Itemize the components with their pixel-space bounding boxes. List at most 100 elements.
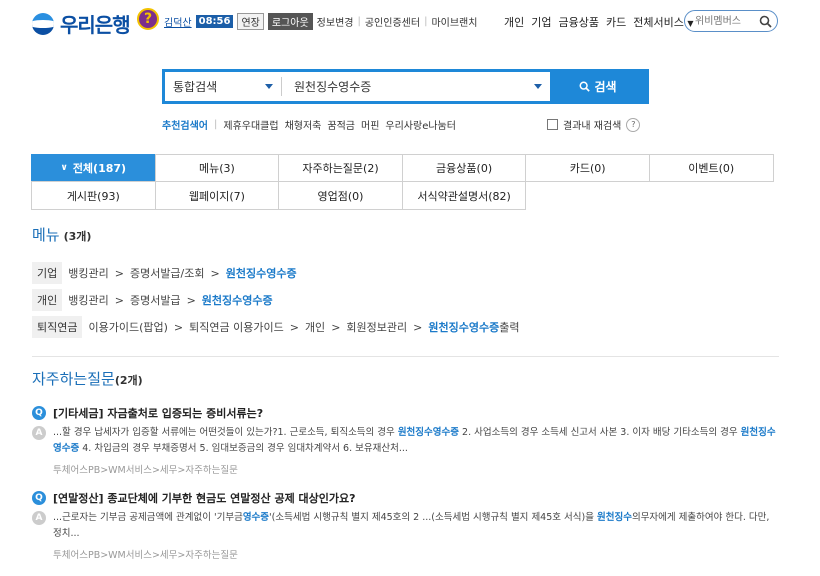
search-icon	[579, 81, 591, 92]
faq-answer-text: ...근로자는 기부금 공제금액에 관계없이 '기부금영수증'(소득세법 시행규…	[53, 510, 780, 542]
search-within-checkbox[interactable]	[547, 119, 558, 130]
top-search-input[interactable]	[693, 14, 759, 28]
tab-label: 전체(187)	[72, 162, 127, 175]
recommend-keyword[interactable]: 채형저축	[285, 117, 322, 132]
global-nav: 개인 기업 금융상품 카드 전체서비스 ▼	[504, 14, 694, 30]
separator: >	[331, 320, 341, 334]
tab-forms[interactable]: 서식약관설명서(82)	[401, 181, 527, 210]
menu-path-segment[interactable]: 퇴직연금 이용가이드	[189, 319, 284, 335]
separator: |	[357, 16, 361, 27]
my-branch-link[interactable]: 마이브랜치	[431, 14, 477, 29]
menu-path-row: 퇴직연금 이용가이드(팝업) > 퇴직연금 이용가이드 > 개인 > 회원정보관리 > …	[32, 316, 519, 338]
separator: |	[214, 119, 218, 130]
tab-webpage[interactable]: 웹페이지(7)	[154, 181, 280, 210]
gnb-all-services-label: 전체서비스	[633, 16, 684, 29]
faq-path[interactable]: 투체어스PB>WM서비스>세무>자주하는질문	[53, 462, 238, 476]
tab-products[interactable]: 금융상품(0)	[401, 154, 527, 182]
search-button-label: 검색	[594, 80, 617, 94]
answer-segment: ...할 경우 납세자가 입증할 서류에는 어떤것들이 있는가?1. 근로소득,…	[53, 427, 398, 438]
tab-card[interactable]: 카드(0)	[525, 154, 650, 182]
separator: >	[114, 266, 124, 280]
help-icon[interactable]: ?	[626, 117, 641, 132]
top-search-box	[684, 10, 778, 32]
menu-path-segment[interactable]: 회원정보관리	[346, 319, 407, 335]
faq-question-text: [기타세금] 자금출처로 입증되는 증비서류는?	[53, 407, 264, 420]
menu-path-tag: 퇴직연금	[32, 316, 83, 338]
tab-board[interactable]: 게시판(93)	[31, 181, 156, 210]
main-search-bar: 통합검색 원천징수영수증 검색	[162, 69, 649, 104]
separator: >	[186, 293, 196, 307]
answer-highlight: 원천징수	[596, 512, 632, 523]
recommend-keyword[interactable]: 제휴우대클럽	[223, 117, 278, 132]
recommended-keywords: 추천검색어 | 제휴우대클럽 채형저축 꿈적금 머핀 우리사랑e나눔터	[162, 117, 456, 132]
faq-answer-text: ...할 경우 납세자가 입증할 서류에는 어떤것들이 있는가?1. 근로소득,…	[53, 425, 780, 457]
bank-logo-icon	[32, 12, 54, 35]
menu-path-segment[interactable]: 증명서발급/조회	[130, 265, 205, 281]
tab-faq[interactable]: 자주하는질문(2)	[278, 154, 403, 182]
search-within-results: 결과내 재검색 ?	[547, 117, 641, 132]
search-button[interactable]: 검색	[550, 72, 646, 101]
menu-path-segment[interactable]: 뱅킹관리	[68, 292, 108, 308]
tab-menu[interactable]: 메뉴(3)	[154, 154, 280, 182]
help-icon[interactable]: ?	[137, 8, 159, 30]
section-title-text: 메뉴	[32, 226, 60, 244]
question-icon: Q	[32, 491, 46, 505]
gnb-corporate[interactable]: 기업	[531, 14, 551, 30]
answer-segment: 4. 차입금의 경우 부채증명서 5. 임대보증금의 경우 임대차계약서 6. …	[79, 443, 408, 454]
separator: >	[289, 320, 299, 334]
faq-question[interactable]: Q [기타세금] 자금출처로 입증되는 증비서류는?	[32, 405, 263, 421]
menu-path-segment[interactable]: 뱅킹관리	[68, 265, 108, 281]
menu-path-tag: 개인	[32, 289, 63, 311]
bank-logo[interactable]: 우리은행	[32, 9, 131, 38]
faq-question[interactable]: Q [연말정산] 종교단체에 기부한 현금도 연말정산 공제 대상인가요?	[32, 490, 356, 506]
recommend-keyword[interactable]: 우리사랑e나눔터	[385, 117, 456, 132]
menu-path-segment[interactable]: 이용가이드(팝업)	[88, 319, 167, 335]
gnb-personal[interactable]: 개인	[504, 14, 524, 30]
menu-path-target-link[interactable]: 원천징수영수증	[226, 265, 297, 281]
user-bar: 김덕산 08:56 연장 로그아웃 정보변경 | 공인인증센터 | 마이브랜치	[164, 13, 477, 30]
recommend-keyword[interactable]: 꿈적금	[327, 117, 355, 132]
question-icon: Q	[32, 406, 46, 420]
bank-logo-text: 우리은행	[60, 13, 131, 37]
menu-path-segment[interactable]: 증명서발급	[130, 292, 181, 308]
search-query-value: 원천징수영수증	[294, 80, 372, 94]
tab-all[interactable]: ∨ 전체(187)	[31, 154, 156, 182]
search-category-select[interactable]: 통합검색	[165, 77, 282, 96]
tab-event[interactable]: 이벤트(0)	[648, 154, 774, 182]
separator: |	[424, 16, 428, 27]
info-change-link[interactable]: 정보변경	[317, 14, 354, 29]
link-suffix: 출력	[499, 321, 520, 334]
session-timer: 08:56	[195, 15, 234, 28]
gnb-products[interactable]: 금융상품	[559, 14, 599, 30]
tab-row: ∨ 전체(187) 메뉴(3) 자주하는질문(2) 금융상품(0) 카드(0) 이…	[31, 154, 779, 182]
cert-center-link[interactable]: 공인인증센터	[365, 14, 420, 29]
answer-highlight: 영수증	[242, 512, 270, 523]
extend-session-button[interactable]: 연장	[237, 13, 264, 30]
search-query-input[interactable]: 원천징수영수증	[282, 78, 550, 95]
search-within-label: 결과내 재검색	[563, 121, 622, 132]
menu-path-target-link[interactable]: 원천징수영수증출력	[428, 319, 519, 335]
faq-answer: A ...근로자는 기부금 공제금액에 관계없이 '기부금영수증'(소득세법 시…	[32, 510, 780, 542]
answer-icon: A	[32, 426, 46, 440]
separator: >	[210, 266, 220, 280]
search-icon[interactable]	[759, 15, 772, 28]
logout-button[interactable]: 로그아웃	[267, 13, 313, 30]
faq-answer: A ...할 경우 납세자가 입증할 서류에는 어떤것들이 있는가?1. 근로소…	[32, 425, 780, 457]
tab-row: 게시판(93) 웹페이지(7) 영업점(0) 서식약관설명서(82)	[31, 181, 779, 210]
menu-path-target-link[interactable]: 원천징수영수증	[202, 292, 273, 308]
main-search-field: 통합검색 원천징수영수증	[165, 72, 550, 101]
tab-branch[interactable]: 영업점(0)	[278, 181, 403, 210]
answer-highlight: 원천징수영수증	[397, 427, 459, 438]
menu-path-row: 개인 뱅킹관리 > 증명서발급 > 원천징수영수증	[32, 289, 273, 311]
menu-path-segment[interactable]: 개인	[305, 319, 325, 335]
faq-path[interactable]: 투체어스PB>WM서비스>세무>자주하는질문	[53, 547, 238, 561]
caret-down-icon	[534, 84, 542, 89]
result-tabs: ∨ 전체(187) 메뉴(3) 자주하는질문(2) 금융상품(0) 카드(0) 이…	[31, 154, 779, 210]
recommend-keyword[interactable]: 머핀	[361, 117, 379, 132]
menu-section-title: 메뉴 (3개)	[32, 224, 91, 245]
answer-segment: ...근로자는 기부금 공제금액에 관계없이 '기부금	[53, 512, 243, 523]
gnb-card[interactable]: 카드	[606, 14, 626, 30]
user-name-link[interactable]: 김덕산	[164, 14, 192, 29]
menu-path-tag: 기업	[32, 262, 63, 284]
highlight-text: 원천징수영수증	[428, 321, 500, 334]
